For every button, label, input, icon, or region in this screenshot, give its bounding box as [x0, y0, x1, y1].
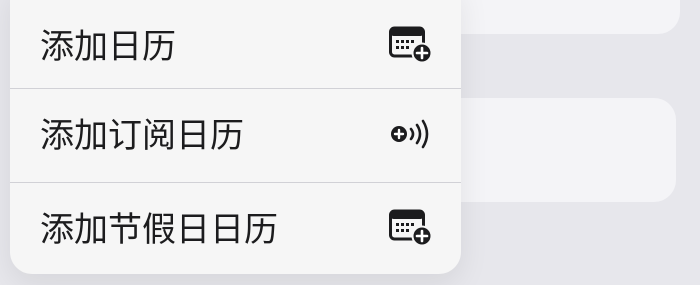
context-menu: 添加日历 添加订阅日历 添加节假日日历: [10, 0, 461, 274]
calendar-add-icon: [389, 25, 433, 69]
menu-item-add-subscribed-calendar[interactable]: 添加订阅日历: [10, 89, 461, 182]
menu-item-add-calendar[interactable]: 添加日历: [10, 0, 461, 93]
calendar-add-icon: [389, 208, 433, 252]
menu-item-label: 添加订阅日历: [40, 115, 244, 156]
background-card: [430, 98, 676, 202]
background-card: [430, 0, 680, 34]
menu-item-add-holiday-calendar[interactable]: 添加节假日日历: [10, 183, 461, 274]
menu-item-label: 添加日历: [40, 26, 176, 67]
menu-item-label: 添加节假日日历: [40, 209, 278, 250]
subscribe-add-icon: [389, 114, 435, 158]
